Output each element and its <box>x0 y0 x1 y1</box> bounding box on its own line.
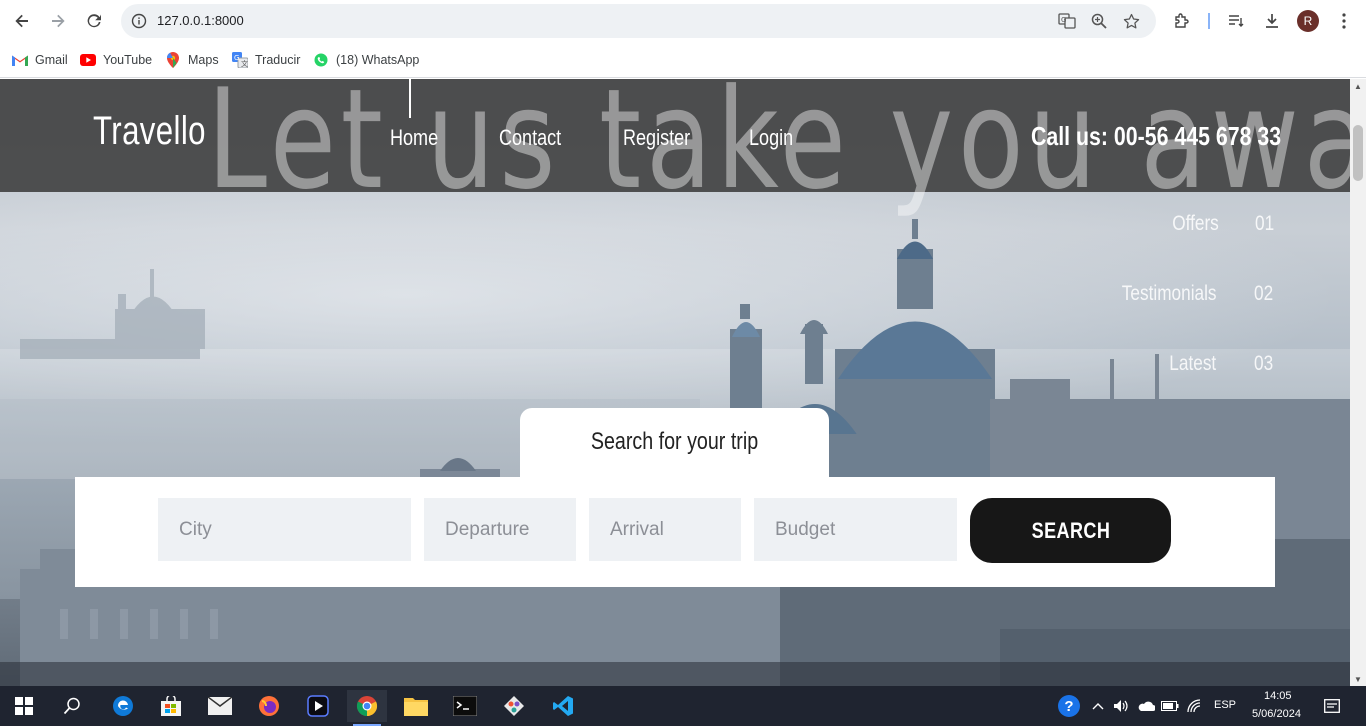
side-nav-number: 03 <box>1254 352 1274 375</box>
edge-icon[interactable] <box>103 690 143 722</box>
back-icon[interactable] <box>9 8 35 34</box>
reload-icon[interactable] <box>81 8 107 34</box>
side-nav-offers[interactable]: Offers <box>1172 212 1219 236</box>
departure-input[interactable] <box>424 498 576 561</box>
chrome-icon[interactable] <box>347 690 387 726</box>
svg-text:G: G <box>1061 16 1066 24</box>
wifi-icon[interactable] <box>1185 696 1205 716</box>
media-player-icon[interactable] <box>298 690 338 722</box>
bookmark-traducir[interactable]: G文 Traducir <box>232 51 300 69</box>
side-nav-number: 02 <box>1254 282 1274 305</box>
departure-field-wrapper <box>424 498 576 561</box>
translate-icon: G文 <box>232 52 248 68</box>
terminal-icon[interactable] <box>445 690 485 722</box>
clock-date[interactable]: 5/06/2024 <box>1252 708 1301 720</box>
site-logo[interactable]: Travello <box>93 109 206 154</box>
nav-contact[interactable]: Contact <box>499 125 561 151</box>
clock-time[interactable]: 14:05 <box>1264 690 1292 702</box>
git-client-icon[interactable] <box>494 690 534 722</box>
page-viewport: Let us take you away Travello Home Conta… <box>0 79 1350 686</box>
bookmark-maps[interactable]: Maps <box>165 51 219 69</box>
bookmark-whatsapp[interactable]: (18) WhatsApp <box>313 51 419 69</box>
bookmark-label: YouTube <box>103 53 153 67</box>
svg-text:G: G <box>234 54 239 62</box>
scroll-thumb[interactable] <box>1353 125 1363 181</box>
budget-field-wrapper <box>754 498 957 561</box>
profile-avatar[interactable]: R <box>1297 10 1319 32</box>
maps-icon <box>165 52 181 68</box>
page-scrollbar[interactable]: ▲ ▼ <box>1350 79 1366 686</box>
bookmarks-bar: Gmail YouTube Maps G文 Traducir (18) What… <box>0 42 1366 78</box>
city-input[interactable] <box>158 498 411 561</box>
city-field-wrapper <box>158 498 411 561</box>
side-nav-testimonials[interactable]: Testimonials <box>1122 282 1217 306</box>
downloads-icon[interactable] <box>1260 9 1284 33</box>
windows-start-icon[interactable] <box>4 690 44 722</box>
firefox-icon[interactable] <box>249 690 289 722</box>
mail-icon[interactable] <box>200 690 240 722</box>
help-icon[interactable]: ? <box>1058 695 1080 717</box>
active-menu-indicator <box>409 79 411 118</box>
input-language[interactable]: ESP <box>1214 699 1236 711</box>
side-nav-latest[interactable]: Latest <box>1169 352 1216 376</box>
store-icon[interactable] <box>151 690 191 722</box>
search-button-label: SEARCH <box>1031 517 1110 543</box>
nav-login[interactable]: Login <box>749 125 793 151</box>
volume-icon[interactable] <box>1111 696 1131 716</box>
nav-home[interactable]: Home <box>390 125 438 151</box>
gmail-icon <box>12 52 28 68</box>
bookmark-label: Maps <box>188 53 219 67</box>
menu-kebab-icon[interactable] <box>1332 9 1356 33</box>
budget-input[interactable] <box>754 498 957 561</box>
browser-toolbar: 127.0.0.1:8000 G R <box>0 0 1366 42</box>
toolbar-divider <box>1208 13 1210 29</box>
chevron-up-icon[interactable] <box>1088 696 1108 716</box>
nav-register[interactable]: Register <box>623 125 690 151</box>
bookmark-gmail[interactable]: Gmail <box>12 51 68 69</box>
bookmark-star-icon[interactable] <box>1120 10 1142 32</box>
scroll-up-arrow-icon[interactable]: ▲ <box>1350 79 1366 93</box>
url-text[interactable]: 127.0.0.1:8000 <box>157 13 244 28</box>
bookmark-label: Traducir <box>255 53 301 67</box>
battery-icon[interactable] <box>1160 696 1180 716</box>
windows-taskbar: ? ESP 14:05 5/06/2024 <box>0 686 1366 726</box>
bookmark-youtube[interactable]: YouTube <box>80 51 152 69</box>
translate-page-icon[interactable]: G <box>1056 10 1078 32</box>
reading-list-icon[interactable] <box>1224 9 1248 33</box>
zoom-icon[interactable] <box>1088 10 1110 32</box>
forward-icon[interactable] <box>45 8 71 34</box>
onedrive-icon[interactable] <box>1136 696 1156 716</box>
youtube-icon <box>80 52 96 68</box>
extensions-icon[interactable] <box>1170 9 1194 33</box>
bookmark-label: Gmail <box>35 53 68 67</box>
search-button[interactable]: SEARCH <box>970 498 1171 563</box>
whatsapp-icon <box>313 52 329 68</box>
search-icon[interactable] <box>52 690 92 722</box>
site-info-icon[interactable] <box>129 11 149 31</box>
next-section-edge <box>0 662 1350 686</box>
notifications-icon[interactable] <box>1322 696 1342 716</box>
search-title-tab: Search for your trip <box>520 408 829 478</box>
file-explorer-icon[interactable] <box>396 690 436 722</box>
bookmark-label: (18) WhatsApp <box>336 53 420 67</box>
arrival-input[interactable] <box>589 498 741 561</box>
search-form: SEARCH <box>75 477 1275 587</box>
arrival-field-wrapper <box>589 498 741 561</box>
svg-text:文: 文 <box>241 59 248 68</box>
search-title: Search for your trip <box>590 428 759 455</box>
scroll-down-arrow-icon[interactable]: ▼ <box>1350 672 1366 686</box>
side-nav-number: 01 <box>1255 212 1275 235</box>
vscode-icon[interactable] <box>543 690 583 722</box>
address-bar[interactable]: 127.0.0.1:8000 G <box>121 4 1156 38</box>
phone-contact: Call us: 00-56 445 678 33 <box>1031 121 1282 151</box>
